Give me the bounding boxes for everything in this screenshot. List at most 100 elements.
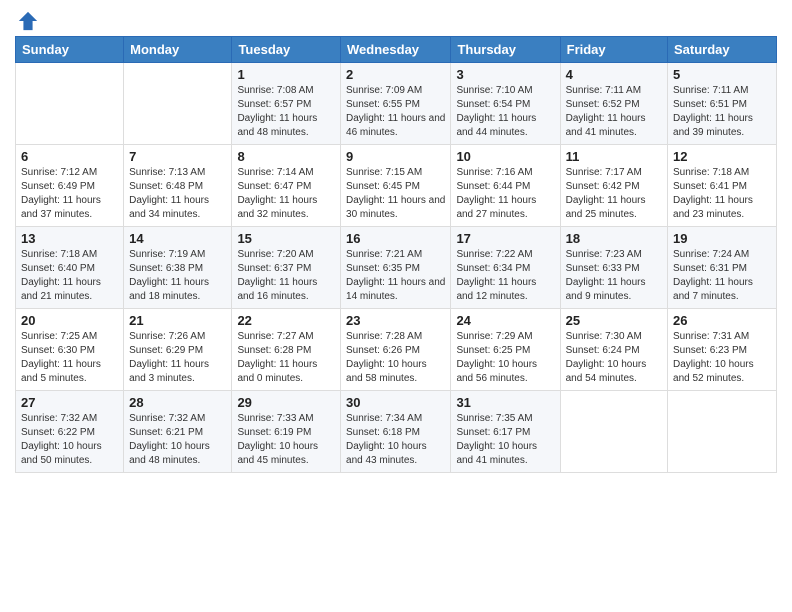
day-number: 8 [237,149,335,164]
day-number: 9 [346,149,445,164]
day-header-saturday: Saturday [668,37,777,63]
day-number: 31 [456,395,554,410]
logo-area [15,10,39,28]
day-header-wednesday: Wednesday [341,37,451,63]
calendar-cell [668,391,777,473]
calendar-cell: 11 Sunrise: 7:17 AM Sunset: 6:42 PM Dayli… [560,145,667,227]
day-number: 17 [456,231,554,246]
day-header-tuesday: Tuesday [232,37,341,63]
week-row-2: 6 Sunrise: 7:12 AM Sunset: 6:49 PM Daylig… [16,145,777,227]
day-header-monday: Monday [124,37,232,63]
header [15,10,777,28]
day-number: 28 [129,395,226,410]
calendar-cell: 14Sunrise: 7:19 AM Sunset: 6:38 PM Dayli… [124,227,232,309]
calendar-cell: 17 Sunrise: 7:22 AM Sunset: 6:34 PM Dayli… [451,227,560,309]
day-number: 21 [129,313,226,328]
calendar-cell: 15 Sunrise: 7:20 AM Sunset: 6:37 PM Dayli… [232,227,341,309]
day-number: 1 [237,67,335,82]
cell-text: Sunrise: 7:18 AM Sunset: 6:40 PM Dayligh… [21,248,118,304]
cell-text: Sunrise: 7:34 AM Sunset: 6:18 PM Dayligh… [346,412,445,468]
day-number: 12 [673,149,771,164]
day-number: 30 [346,395,445,410]
calendar-cell: 29Sunrise: 7:33 AM Sunset: 6:19 PM Dayli… [232,391,341,473]
cell-text: Sunrise: 7:16 AM Sunset: 6:44 PM Dayligh… [456,166,554,222]
calendar-cell: 9 Sunrise: 7:15 AM Sunset: 6:45 PM Daylig… [341,145,451,227]
cell-text: Sunrise: 7:28 AM Sunset: 6:26 PM Dayligh… [346,330,445,386]
cell-text: Sunrise: 7:30 AM Sunset: 6:24 PM Dayligh… [566,330,662,386]
cell-text: Sunrise: 7:21 AM Sunset: 6:35 PM Dayligh… [346,248,445,304]
day-number: 27 [21,395,118,410]
calendar-cell: 8 Sunrise: 7:14 AM Sunset: 6:47 PM Daylig… [232,145,341,227]
day-number: 11 [566,149,662,164]
calendar-cell: 27Sunrise: 7:32 AM Sunset: 6:22 PM Dayli… [16,391,124,473]
day-number: 24 [456,313,554,328]
cell-text: Sunrise: 7:20 AM Sunset: 6:37 PM Dayligh… [237,248,335,304]
day-number: 29 [237,395,335,410]
cell-text: Sunrise: 7:17 AM Sunset: 6:42 PM Dayligh… [566,166,662,222]
calendar-cell: 5 Sunrise: 7:11 AM Sunset: 6:51 PM Daylig… [668,63,777,145]
day-number: 20 [21,313,118,328]
calendar-cell: 26 Sunrise: 7:31 AM Sunset: 6:23 PM Dayli… [668,309,777,391]
cell-text: Sunrise: 7:10 AM Sunset: 6:54 PM Dayligh… [456,84,554,140]
cell-text: Sunrise: 7:15 AM Sunset: 6:45 PM Dayligh… [346,166,445,222]
cell-text: Sunrise: 7:29 AM Sunset: 6:25 PM Dayligh… [456,330,554,386]
day-number: 16 [346,231,445,246]
logo [15,10,39,32]
day-header-friday: Friday [560,37,667,63]
day-number: 4 [566,67,662,82]
cell-text: Sunrise: 7:27 AM Sunset: 6:28 PM Dayligh… [237,330,335,386]
calendar-cell: 12Sunrise: 7:18 AM Sunset: 6:41 PM Dayli… [668,145,777,227]
calendar-cell: 25 Sunrise: 7:30 AM Sunset: 6:24 PM Dayli… [560,309,667,391]
calendar-table: SundayMondayTuesdayWednesdayThursdayFrid… [15,36,777,473]
cell-text: Sunrise: 7:08 AM Sunset: 6:57 PM Dayligh… [237,84,335,140]
week-row-3: 13 Sunrise: 7:18 AM Sunset: 6:40 PM Dayli… [16,227,777,309]
cell-text: Sunrise: 7:23 AM Sunset: 6:33 PM Dayligh… [566,248,662,304]
calendar-cell: 7Sunrise: 7:13 AM Sunset: 6:48 PM Daylig… [124,145,232,227]
cell-text: Sunrise: 7:35 AM Sunset: 6:17 PM Dayligh… [456,412,554,468]
day-header-thursday: Thursday [451,37,560,63]
calendar-cell: 30 Sunrise: 7:34 AM Sunset: 6:18 PM Dayli… [341,391,451,473]
calendar-cell [16,63,124,145]
calendar-cell: 23 Sunrise: 7:28 AM Sunset: 6:26 PM Dayli… [341,309,451,391]
day-number: 6 [21,149,118,164]
cell-text: Sunrise: 7:26 AM Sunset: 6:29 PM Dayligh… [129,330,226,386]
week-row-4: 20 Sunrise: 7:25 AM Sunset: 6:30 PM Dayli… [16,309,777,391]
calendar-cell: 13 Sunrise: 7:18 AM Sunset: 6:40 PM Dayli… [16,227,124,309]
calendar-cell [560,391,667,473]
day-number: 13 [21,231,118,246]
calendar-cell: 2Sunrise: 7:09 AM Sunset: 6:55 PM Daylig… [341,63,451,145]
cell-text: Sunrise: 7:12 AM Sunset: 6:49 PM Dayligh… [21,166,118,222]
day-number: 19 [673,231,771,246]
day-number: 5 [673,67,771,82]
cell-text: Sunrise: 7:31 AM Sunset: 6:23 PM Dayligh… [673,330,771,386]
calendar-cell: 19 Sunrise: 7:24 AM Sunset: 6:31 PM Dayli… [668,227,777,309]
calendar-cell: 22 Sunrise: 7:27 AM Sunset: 6:28 PM Dayli… [232,309,341,391]
cell-text: Sunrise: 7:32 AM Sunset: 6:21 PM Dayligh… [129,412,226,468]
logo-icon [17,10,39,32]
day-number: 22 [237,313,335,328]
calendar-cell: 24 Sunrise: 7:29 AM Sunset: 6:25 PM Dayli… [451,309,560,391]
calendar-cell: 4 Sunrise: 7:11 AM Sunset: 6:52 PM Daylig… [560,63,667,145]
cell-text: Sunrise: 7:11 AM Sunset: 6:51 PM Dayligh… [673,84,771,140]
cell-text: Sunrise: 7:09 AM Sunset: 6:55 PM Dayligh… [346,84,445,140]
cell-text: Sunrise: 7:24 AM Sunset: 6:31 PM Dayligh… [673,248,771,304]
day-number: 25 [566,313,662,328]
calendar-cell: 20 Sunrise: 7:25 AM Sunset: 6:30 PM Dayli… [16,309,124,391]
cell-text: Sunrise: 7:25 AM Sunset: 6:30 PM Dayligh… [21,330,118,386]
calendar-cell [124,63,232,145]
cell-text: Sunrise: 7:14 AM Sunset: 6:47 PM Dayligh… [237,166,335,222]
calendar-cell: 1 Sunrise: 7:08 AM Sunset: 6:57 PM Daylig… [232,63,341,145]
day-number: 3 [456,67,554,82]
day-number: 23 [346,313,445,328]
cell-text: Sunrise: 7:22 AM Sunset: 6:34 PM Dayligh… [456,248,554,304]
calendar-cell: 21 Sunrise: 7:26 AM Sunset: 6:29 PM Dayli… [124,309,232,391]
calendar-cell: 31 Sunrise: 7:35 AM Sunset: 6:17 PM Dayli… [451,391,560,473]
day-number: 26 [673,313,771,328]
week-row-1: 1 Sunrise: 7:08 AM Sunset: 6:57 PM Daylig… [16,63,777,145]
calendar-cell: 3 Sunrise: 7:10 AM Sunset: 6:54 PM Daylig… [451,63,560,145]
cell-text: Sunrise: 7:11 AM Sunset: 6:52 PM Dayligh… [566,84,662,140]
header-row: SundayMondayTuesdayWednesdayThursdayFrid… [16,37,777,63]
day-number: 7 [129,149,226,164]
day-number: 15 [237,231,335,246]
calendar-cell: 28 Sunrise: 7:32 AM Sunset: 6:21 PM Dayli… [124,391,232,473]
